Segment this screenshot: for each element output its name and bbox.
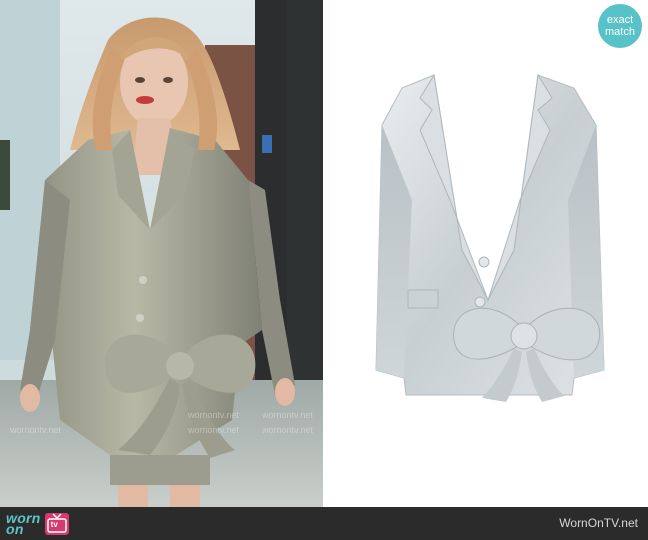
badge-line1: exact (606, 14, 634, 26)
tv-icon: tv (44, 513, 69, 535)
badge-line2: match (605, 26, 635, 38)
logo-wordmark: worn on (6, 511, 41, 536)
watermark-text: wornontv.net (262, 410, 313, 420)
site-name[interactable]: WornOnTV.net (559, 516, 638, 530)
worn-photo: wornontv.net wornontv.net wornontv.net w… (0, 0, 324, 507)
watermark-text: wornontv.net (188, 410, 239, 420)
exact-match-badge: exact match (598, 4, 642, 48)
watermark-text: wornontv.net (188, 425, 239, 435)
product-photo (324, 0, 648, 507)
footer-bar: worn on tv WornOnTV.net (0, 507, 648, 540)
watermark-text: wornontv.net (262, 425, 313, 435)
product-blazer-illustration (375, 73, 605, 402)
wornontv-logo[interactable]: worn on tv (6, 511, 69, 537)
watermark-text: wornontv.net (10, 425, 61, 435)
tv-icon-label: tv (50, 520, 58, 529)
